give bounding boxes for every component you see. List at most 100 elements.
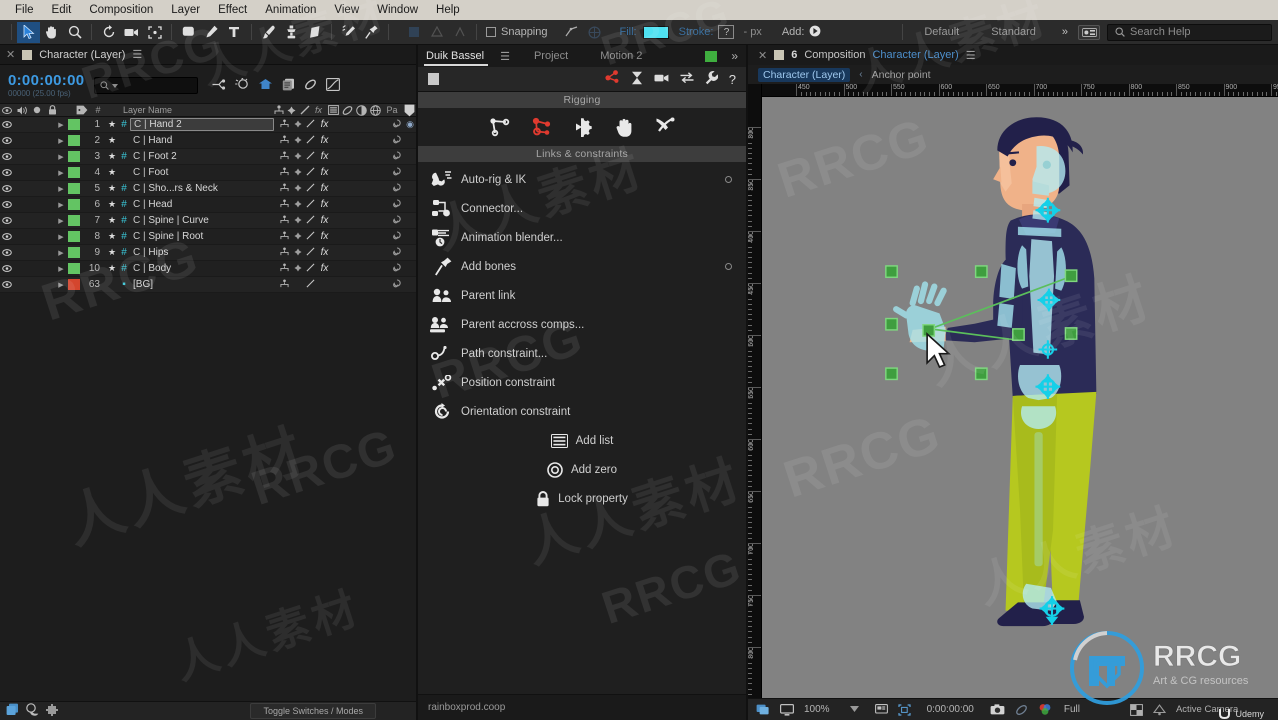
layer-parent-switch-icon[interactable]	[278, 263, 291, 274]
menu-item-view[interactable]: View	[325, 0, 368, 20]
table-row[interactable]: ▶ 4 ★ C | Foot fx	[0, 165, 416, 181]
duik-menu-item-position-constraint[interactable]: Position constraint	[418, 368, 746, 397]
layer-quality-switch-icon[interactable]	[304, 119, 317, 130]
panel-menu-icon[interactable]: ☰	[500, 50, 510, 63]
channels-icon[interactable]	[1038, 703, 1052, 716]
toggle-switches-modes-button[interactable]: Toggle Switches / Modes	[250, 703, 376, 719]
layer-shy-star-icon[interactable]: ★	[106, 183, 118, 194]
layer-parent-pickwhip-icon[interactable]	[390, 118, 404, 131]
comp-flowchart-icon[interactable]	[6, 703, 19, 719]
toggle-mask-icon[interactable]	[26, 703, 39, 719]
layer-parent-pickwhip-icon[interactable]	[390, 214, 404, 227]
fill-color-swatch[interactable]	[642, 25, 669, 39]
layer-shy-star-icon[interactable]: ★	[106, 215, 118, 226]
region-of-interest-tool[interactable]	[143, 22, 166, 43]
layer-effects-switch-icon[interactable]: fx	[317, 263, 332, 274]
layer-visibility-icon[interactable]	[0, 216, 14, 226]
type-tool[interactable]	[223, 22, 246, 43]
layer-collapse-switch-icon[interactable]	[291, 247, 304, 258]
layer-extra-icon[interactable]: ◉	[404, 119, 416, 130]
pen-tool[interactable]	[200, 22, 223, 43]
snapping-checkbox[interactable]	[486, 27, 496, 37]
layer-effects-switch-icon[interactable]: fx	[317, 199, 332, 210]
layer-quality-switch-icon[interactable]	[304, 135, 317, 146]
layer-parent-switch-icon[interactable]	[278, 183, 291, 194]
layer-effects-switch-icon[interactable]: fx	[317, 183, 332, 194]
table-row[interactable]: ▶ 63 ▪ [BG]	[0, 277, 416, 293]
clone-stamp-tool[interactable]	[280, 22, 303, 43]
kleaner-icon[interactable]	[655, 117, 675, 137]
layer-hash-icon[interactable]: #	[118, 119, 130, 130]
table-row[interactable]: ▶ 1 ★ # C | Hand 2 fx ◉	[0, 117, 416, 133]
workspace-default[interactable]: Default	[908, 26, 975, 38]
layer-shy-star-icon[interactable]: ★	[106, 151, 118, 162]
layer-parent-pickwhip-icon[interactable]	[390, 246, 404, 259]
layer-label-swatch[interactable]	[68, 135, 80, 146]
stroke-color-swatch[interactable]: ?	[718, 25, 735, 39]
layer-effects-switch-icon[interactable]: fx	[317, 247, 332, 258]
workspace-standard[interactable]: Standard	[975, 26, 1052, 38]
table-row[interactable]: ▶ 2 ★ C | Hand fx	[0, 133, 416, 149]
layer-parent-pickwhip-icon[interactable]	[390, 278, 404, 291]
layer-name[interactable]: C | Hand	[130, 135, 278, 146]
snapshot-camera-icon[interactable]	[990, 704, 1005, 715]
snapping-group[interactable]: Snapping	[486, 26, 548, 38]
duik-menu-item-animation-blender[interactable]: Animation blender...	[418, 223, 746, 252]
close-icon[interactable]: ✕	[6, 48, 15, 61]
layer-name[interactable]: C | Hips	[130, 247, 278, 258]
panel-menu-icon[interactable]: ☰	[132, 48, 142, 61]
graph-toggle-icon[interactable]	[46, 703, 58, 719]
rotation-tool[interactable]	[97, 22, 120, 43]
table-row[interactable]: ▶ 9 ★ # C | Hips fx	[0, 245, 416, 261]
layer-collapse-switch-icon[interactable]	[291, 151, 304, 162]
layer-quality-switch-icon[interactable]	[304, 215, 317, 226]
layer-label-swatch[interactable]	[68, 231, 80, 242]
layer-parent-pickwhip-icon[interactable]	[390, 230, 404, 243]
camera-tool[interactable]	[120, 22, 143, 43]
layer-parent-pickwhip-icon[interactable]	[390, 198, 404, 211]
duik-menu-item-auto-rig-ik[interactable]: Auto-rig & IK	[418, 165, 746, 194]
layer-name[interactable]: C | Sho...rs & Neck	[130, 183, 278, 194]
layer-quality-switch-icon[interactable]	[304, 231, 317, 242]
duik-menu-item-orientation-constraint[interactable]: Orientation constraint	[418, 397, 746, 426]
duik-menu-item-lock-property[interactable]: Lock property	[418, 484, 746, 513]
duik-help-icon[interactable]: ?	[729, 72, 736, 87]
duik-menu-item-add-list[interactable]: Add list	[418, 426, 746, 455]
layer-quality-switch-icon[interactable]	[304, 247, 317, 258]
layer-expand-triangle-icon[interactable]: ▶	[54, 281, 68, 289]
current-time-display[interactable]: 0:00:00:00 00000 (25.00 fps)	[8, 73, 84, 98]
layer-effects-switch-icon[interactable]: fx	[317, 151, 332, 162]
layer-parent-switch-icon[interactable]	[278, 151, 291, 162]
layer-visibility-icon[interactable]	[0, 168, 14, 178]
layer-effects-switch-icon[interactable]: fx	[317, 135, 332, 146]
layer-parent-switch-icon[interactable]	[278, 167, 291, 178]
duik-bake-icon[interactable]	[631, 71, 643, 88]
layer-label-swatch[interactable]	[68, 151, 80, 162]
menu-item-animation[interactable]: Animation	[256, 0, 325, 20]
workspace-chip-button[interactable]	[1078, 24, 1100, 40]
layer-hash-icon[interactable]: #	[118, 199, 130, 210]
layer-name[interactable]: C | Foot 2	[130, 151, 278, 162]
region-of-interest-icon[interactable]	[897, 703, 911, 716]
snap-grid-icon[interactable]	[583, 22, 606, 43]
layer-name[interactable]: C | Spine | Root	[130, 231, 278, 242]
shape-tool[interactable]	[177, 22, 200, 43]
duik-menu-item-parent-accross-comps[interactable]: Parent accross comps...	[418, 310, 746, 339]
layer-collapse-switch-icon[interactable]	[291, 231, 304, 242]
graph-editor-icon[interactable]	[326, 77, 341, 94]
layer-label-swatch[interactable]	[68, 167, 80, 178]
close-icon[interactable]: ✕	[758, 49, 767, 62]
duik-settings-square-icon[interactable]	[428, 73, 439, 85]
layer-hash-icon[interactable]: #	[118, 215, 130, 226]
layer-expand-triangle-icon[interactable]: ▶	[54, 217, 68, 225]
menu-item-composition[interactable]: Composition	[80, 0, 162, 20]
layer-parent-pickwhip-icon[interactable]	[390, 134, 404, 147]
layer-effects-switch-icon[interactable]: fx	[317, 119, 332, 130]
controllers-hand-icon[interactable]	[615, 117, 635, 137]
duik-menu-item-options-icon[interactable]	[725, 176, 732, 183]
search-help-input[interactable]: Search Help	[1107, 23, 1272, 41]
table-row[interactable]: ▶ 6 ★ # C | Head fx	[0, 197, 416, 213]
layer-label-swatch[interactable]	[68, 279, 80, 290]
layer-shy-star-icon[interactable]: ★	[106, 199, 118, 210]
panel-menu-icon[interactable]: ☰	[966, 49, 976, 62]
